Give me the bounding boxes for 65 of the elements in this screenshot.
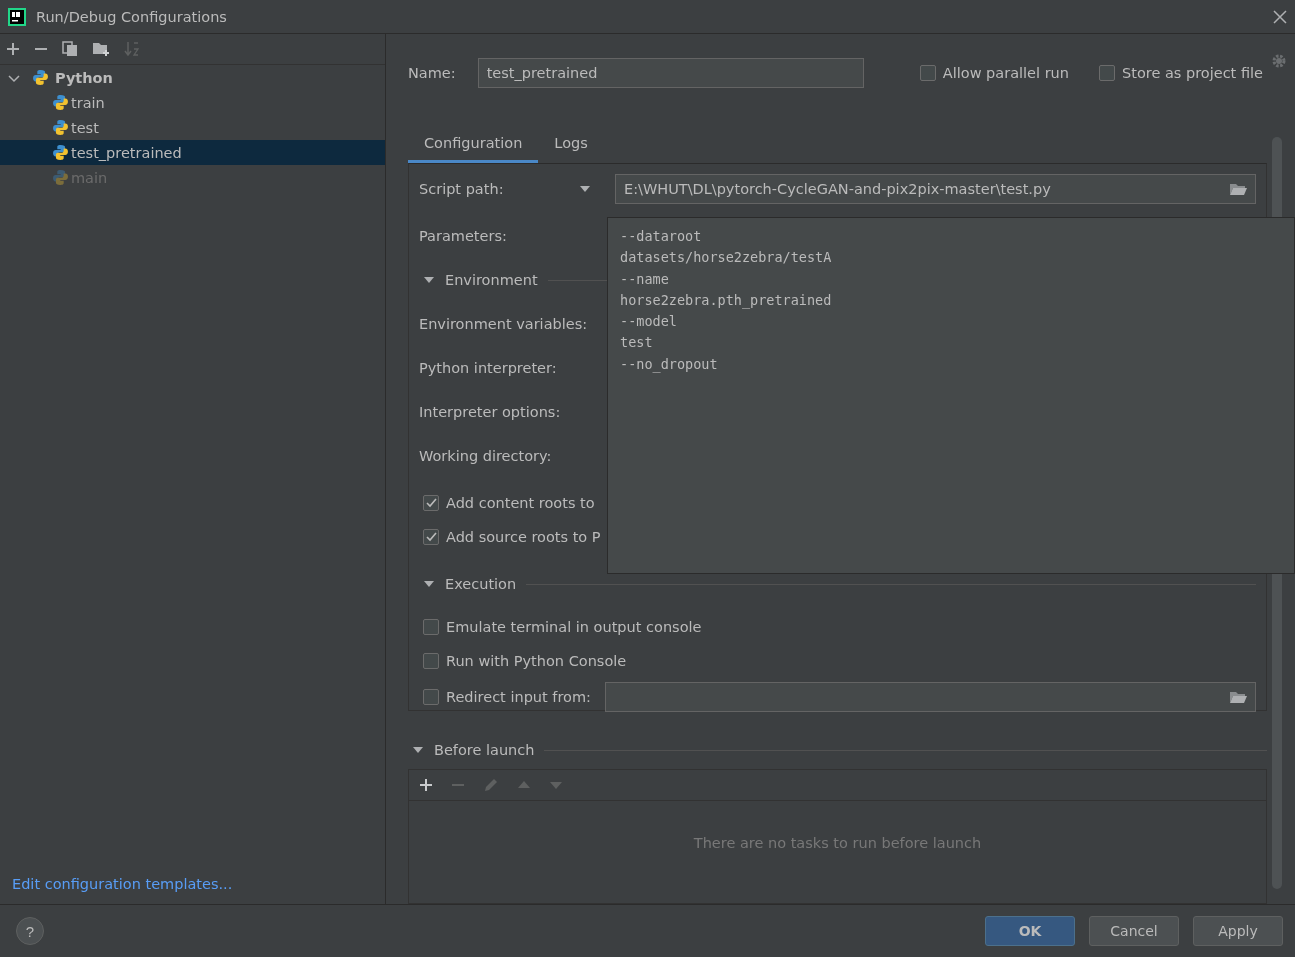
collapse-triangle-icon[interactable] — [423, 276, 435, 285]
tree-item[interactable]: train — [0, 90, 385, 115]
dialog-button[interactable]: Apply — [1193, 916, 1283, 946]
window-title: Run/Debug Configurations — [36, 8, 228, 25]
field-label: Interpreter options: — [419, 404, 561, 421]
tab[interactable]: Logs — [538, 125, 604, 164]
name-field[interactable]: test_pretrained — [477, 58, 864, 88]
dialog-button[interactable]: Cancel — [1089, 916, 1179, 946]
close-icon[interactable] — [1273, 9, 1287, 24]
parameter-line: --model — [620, 312, 678, 332]
field-label: Working directory: — [419, 448, 552, 465]
python-icon — [52, 119, 69, 136]
option-checkbox[interactable]: Allow parallel run — [919, 65, 1069, 81]
checkbox[interactable] — [919, 65, 936, 81]
collapse-triangle-icon[interactable] — [412, 746, 424, 755]
checkbox-label[interactable]: Add source roots to P — [423, 529, 601, 546]
parameter-line: test — [620, 333, 654, 353]
parameter-line: --no_dropout — [620, 354, 719, 375]
tab[interactable]: Configuration — [408, 125, 539, 164]
checkbox[interactable] — [423, 619, 439, 636]
parameter-line: --dataroot — [620, 227, 703, 246]
field-label: Environment variables: — [419, 316, 588, 333]
folder-icon[interactable] — [1229, 182, 1247, 197]
python-icon — [52, 169, 69, 186]
app-logo-icon — [8, 7, 26, 26]
dropdown-arrow-icon[interactable] — [579, 185, 591, 194]
tree-item[interactable]: Python — [0, 65, 385, 90]
section-title: Environment — [445, 272, 538, 289]
empty-tasks-message: There are no tasks to run before launch — [693, 835, 982, 852]
script-path-field[interactable]: E:\WHUT\DL\pytorch-CycleGAN-and-pix2pix-master\test.py — [615, 174, 1256, 205]
checkbox[interactable] — [423, 653, 439, 670]
parameters-editor-popup[interactable]: --dataroot datasets/horse2zebra/testA --name horse2zebra.pth_pretrained --model test --no_dropout — [607, 217, 1295, 574]
new-folder-icon[interactable] — [92, 41, 110, 57]
edit-templates-link[interactable]: Edit configuration templates... — [12, 876, 385, 892]
name-label: Name: — [408, 64, 456, 83]
dialog-button[interactable]: OK — [985, 916, 1075, 946]
add-icon[interactable] — [6, 42, 20, 56]
folder-icon[interactable] — [1229, 690, 1247, 705]
parameter-line: --name — [620, 269, 670, 289]
field-label: Parameters: — [419, 228, 507, 245]
section-title: Before launch — [434, 742, 535, 759]
input-path-field[interactable] — [604, 682, 1256, 713]
python-icon — [32, 69, 49, 86]
checkbox[interactable] — [423, 529, 439, 546]
python-icon — [52, 94, 69, 111]
checkbox-label[interactable]: Add content roots to — [423, 495, 595, 512]
python-icon — [52, 144, 69, 161]
field-label: Script path: — [419, 181, 505, 198]
checkbox-label[interactable]: Emulate terminal in output console — [423, 619, 702, 636]
option-checkbox[interactable]: Store as project file — [1099, 65, 1263, 81]
add-icon[interactable] — [419, 778, 433, 793]
checkbox[interactable] — [423, 689, 439, 706]
field-label: Python interpreter: — [419, 360, 557, 377]
checkbox-label[interactable]: Run with Python Console — [423, 653, 627, 670]
parameter-line: horse2zebra.pth_pretrained — [620, 290, 833, 311]
parameter-line: datasets/horse2zebra/testA — [620, 248, 833, 268]
checkbox-label[interactable]: Redirect input from: — [423, 689, 591, 706]
checkbox[interactable] — [1099, 65, 1115, 81]
tree-item[interactable]: test_pretrained — [0, 140, 385, 165]
copy-icon[interactable] — [62, 41, 78, 57]
section-title: Execution — [445, 576, 517, 593]
tree-item[interactable]: test — [0, 115, 385, 140]
help-button[interactable]: ? — [16, 917, 44, 945]
collapse-triangle-icon[interactable] — [423, 580, 435, 589]
checkbox[interactable] — [423, 495, 439, 512]
